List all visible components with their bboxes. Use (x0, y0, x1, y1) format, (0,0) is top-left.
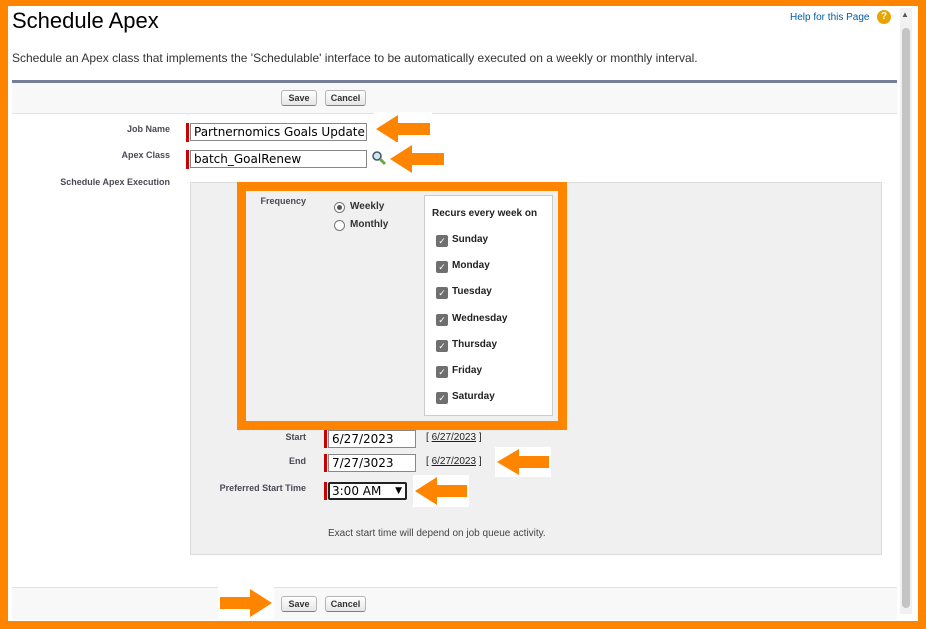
monday-label[interactable]: Monday (452, 260, 490, 271)
friday-label[interactable]: Friday (452, 365, 482, 376)
sunday-checkbox[interactable]: ✓ (436, 235, 448, 247)
sunday-label[interactable]: Sunday (452, 234, 488, 245)
weekly-radio-label[interactable]: Weekly (350, 201, 384, 212)
scroll-up-icon[interactable]: ▲ (901, 10, 909, 19)
save-button-bottom[interactable]: Save (281, 596, 317, 612)
end-today-link-text[interactable]: 6/27/2023 (432, 456, 477, 467)
end-label: End (289, 456, 306, 466)
start-today-link[interactable]: [ 6/27/2023 ] (426, 432, 482, 443)
monthly-radio[interactable] (334, 220, 345, 231)
required-indicator (186, 123, 189, 142)
annotation-arrow-icon (388, 142, 446, 176)
help-link[interactable]: Help for this Page (790, 12, 870, 23)
end-date-input[interactable]: 7/27/3023 (328, 454, 416, 472)
monday-checkbox[interactable]: ✓ (436, 261, 448, 273)
page-description: Schedule an Apex class that implements t… (12, 51, 698, 65)
start-label: Start (285, 432, 306, 442)
start-today-link-text[interactable]: 6/27/2023 (432, 432, 477, 443)
friday-checkbox[interactable]: ✓ (436, 366, 448, 378)
preferred-start-time-value: 3:00 AM (332, 484, 382, 498)
annotation-arrow-icon (495, 447, 551, 477)
tuesday-label[interactable]: Tuesday (452, 286, 492, 297)
frequency-label: Frequency (260, 196, 306, 206)
saturday-checkbox[interactable]: ✓ (436, 392, 448, 404)
apex-class-label: Apex Class (121, 150, 170, 160)
weekly-radio[interactable] (334, 202, 345, 213)
annotation-arrow-icon (374, 112, 432, 146)
saturday-label[interactable]: Saturday (452, 391, 495, 402)
required-indicator (186, 150, 189, 169)
page-title: Schedule Apex (12, 8, 159, 33)
monthly-radio-label[interactable]: Monthly (350, 219, 388, 230)
start-time-note: Exact start time will depend on job queu… (328, 528, 546, 539)
help-icon[interactable]: ? (877, 10, 891, 24)
lookup-icon[interactable] (371, 150, 387, 166)
annotation-arrow-icon (218, 587, 274, 619)
job-name-input[interactable]: Partnernomics Goals Update (190, 123, 367, 141)
top-button-bar (12, 80, 897, 114)
preferred-start-time-select[interactable]: 3:00 AM ▼ (328, 482, 407, 500)
required-indicator (324, 454, 327, 472)
cancel-button-top[interactable]: Cancel (325, 90, 366, 106)
preferred-start-time-label: Preferred Start Time (219, 483, 306, 493)
apex-class-input[interactable]: batch_GoalRenew (190, 150, 367, 168)
wednesday-label[interactable]: Wednesday (452, 313, 507, 324)
save-button-top[interactable]: Save (281, 90, 317, 106)
thursday-label[interactable]: Thursday (452, 339, 497, 350)
chevron-down-icon: ▼ (395, 486, 402, 496)
required-indicator (324, 482, 327, 500)
thursday-checkbox[interactable]: ✓ (436, 340, 448, 352)
wednesday-checkbox[interactable]: ✓ (436, 314, 448, 326)
annotation-arrow-icon (413, 475, 469, 507)
end-today-link[interactable]: [ 6/27/2023 ] (426, 456, 482, 467)
recurs-days-box (424, 195, 553, 416)
schedule-execution-label: Schedule Apex Execution (60, 177, 170, 187)
scrollbar-thumb[interactable] (902, 28, 910, 608)
job-name-label: Job Name (126, 124, 170, 134)
recurs-title: Recurs every week on (432, 208, 538, 219)
cancel-button-bottom[interactable]: Cancel (325, 596, 366, 612)
bottom-button-bar (12, 587, 897, 620)
required-indicator (324, 430, 327, 448)
tuesday-checkbox[interactable]: ✓ (436, 287, 448, 299)
start-date-input[interactable]: 6/27/2023 (328, 430, 416, 448)
